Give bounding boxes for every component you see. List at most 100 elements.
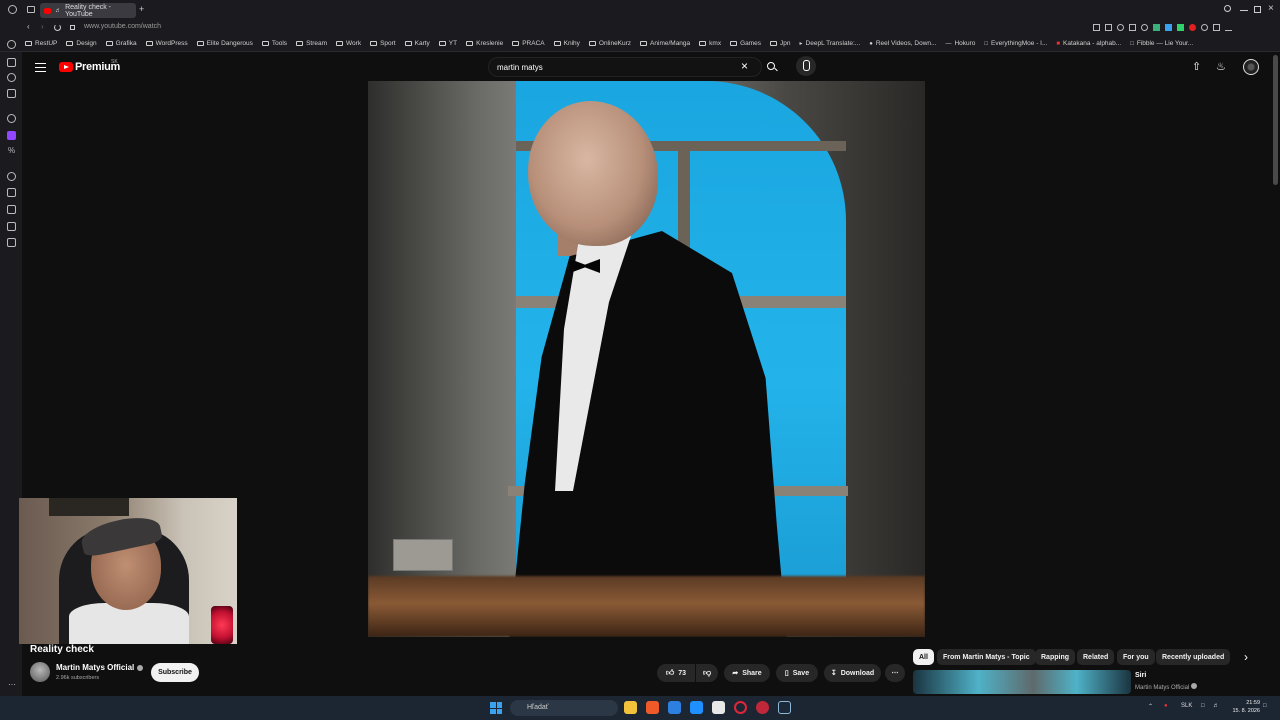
chip-recently-uploaded[interactable]: Recently uploaded (1156, 649, 1231, 665)
extension-icon[interactable] (1129, 24, 1136, 31)
tab-overview-icon[interactable] (27, 6, 35, 13)
minimize-icon[interactable] (1240, 10, 1248, 11)
sidebar-icon[interactable] (7, 89, 16, 98)
sidebar-icon[interactable] (7, 238, 16, 247)
bookmark-folder[interactable]: Kreslenie (466, 40, 503, 47)
back-icon[interactable]: ‹ (27, 22, 30, 31)
forward-icon[interactable]: › (41, 22, 44, 31)
sidebar-icon[interactable] (7, 58, 16, 67)
microphone-icon[interactable]: ● (1164, 703, 1168, 709)
bookmark-folder[interactable]: Jpn (770, 40, 791, 47)
browser-menu-icon[interactable] (8, 5, 17, 14)
bookmark-folder[interactable]: PRACA (512, 40, 545, 47)
bookmark-folder[interactable]: kmx (699, 40, 721, 47)
language-indicator[interactable]: SLK (1181, 703, 1192, 709)
bookmark-folder[interactable]: Karty (404, 40, 430, 47)
extension-icon[interactable] (1189, 24, 1196, 31)
sidebar-icon[interactable] (7, 40, 16, 49)
sidebar-icon[interactable] (7, 188, 16, 197)
sidebar-icon[interactable] (7, 172, 16, 181)
extension-icon[interactable] (1201, 24, 1208, 31)
opera-icon[interactable] (734, 701, 747, 714)
bookmark-folder[interactable]: OnlineKurz (588, 40, 631, 47)
network-icon[interactable]: □ (1201, 703, 1205, 709)
sidebar-icon[interactable] (7, 73, 16, 82)
extension-icon[interactable] (1213, 24, 1220, 31)
close-window-icon[interactable]: × (1268, 3, 1274, 14)
maximize-icon[interactable] (1254, 6, 1261, 13)
account-avatar[interactable] (1243, 59, 1259, 75)
related-video-title[interactable]: Siri (1135, 672, 1146, 679)
more-actions-button[interactable]: ⋯ (885, 664, 905, 682)
clear-search-icon[interactable]: × (741, 59, 748, 73)
chevron-right-icon[interactable]: › (1244, 650, 1248, 664)
bookmark-link[interactable]: ■ Katakana - alphab... (1056, 40, 1121, 47)
chip-for-you[interactable]: For you (1117, 649, 1155, 665)
bookmark-folder[interactable]: Knihy (553, 40, 580, 47)
chevron-up-icon[interactable]: ⌃ (1148, 703, 1153, 710)
channel-name[interactable]: Martin Matys Official (56, 663, 144, 672)
bookmark-link[interactable]: ▸ DeepL Translate:... (800, 40, 861, 47)
save-button[interactable]: ▯ Save (776, 664, 818, 682)
notification-icon[interactable]: □ (1263, 703, 1267, 709)
bookmark-link[interactable]: ● Reel Videos, Down... (869, 40, 936, 47)
bookmark-link[interactable]: — Hokuro (945, 40, 975, 47)
youtube-logo-icon[interactable] (59, 62, 73, 72)
bookmark-folder[interactable]: WordPress (145, 40, 188, 47)
related-video-thumbnail[interactable] (913, 670, 1131, 694)
reload-icon[interactable] (54, 24, 61, 31)
video-player[interactable] (368, 81, 925, 637)
browser-tab-active[interactable]: ♬ Reality check - YouTube (40, 3, 136, 18)
like-button[interactable]: 👍︎ 73 (657, 664, 695, 682)
steam-icon[interactable] (778, 701, 791, 714)
system-clock[interactable]: 21:59 15. 8. 2026 (1230, 699, 1260, 715)
bookmark-folder[interactable]: YT (438, 40, 457, 47)
extension-icon[interactable] (1165, 24, 1172, 31)
file-explorer-icon[interactable] (624, 701, 637, 714)
download-button[interactable]: ↧ Download (824, 664, 881, 682)
bookmark-link[interactable]: □ EverythingMoe - I... (984, 40, 1047, 47)
subscribe-button[interactable]: Subscribe (151, 663, 199, 682)
bookmark-folder[interactable]: Games (730, 40, 761, 47)
search-tabs-icon[interactable] (1224, 5, 1231, 12)
sidebar-icon[interactable] (7, 222, 16, 231)
bell-icon[interactable]: ♨ (1216, 61, 1226, 73)
chip-all[interactable]: All (913, 649, 934, 665)
extension-icon[interactable] (1117, 24, 1124, 31)
bookmark-folder[interactable]: Work (336, 40, 361, 47)
dislike-button[interactable]: 👎︎ (696, 664, 718, 682)
menu-icon[interactable] (35, 63, 46, 72)
share-button[interactable]: ➦ Share (724, 664, 770, 682)
upload-icon[interactable]: ⇧ (1192, 61, 1201, 73)
bookmark-folder[interactable]: RestUP (25, 40, 57, 47)
sidebar-icon[interactable] (7, 114, 16, 123)
channel-avatar[interactable] (30, 662, 50, 682)
download-icon[interactable] (1225, 24, 1232, 31)
bookmark-link[interactable]: □ Fibble — Lie Your... (1130, 40, 1193, 47)
chip-rapping[interactable]: Rapping (1035, 649, 1075, 665)
bookmark-folder[interactable]: Design (66, 40, 97, 47)
bookmark-folder[interactable]: Sport (370, 40, 396, 47)
url-field[interactable]: www.youtube.com/watch (84, 23, 161, 30)
brave-icon[interactable] (646, 701, 659, 714)
extension-icon[interactable] (1093, 24, 1100, 31)
voice-search-icon[interactable] (796, 56, 816, 76)
heart-icon[interactable] (1141, 24, 1148, 31)
scrollbar-thumb[interactable] (1273, 55, 1278, 185)
new-tab-icon[interactable]: + (139, 4, 144, 14)
taskbar-search-input[interactable]: Hľadať (510, 700, 618, 716)
extension-icon[interactable] (1105, 24, 1112, 31)
search-icon[interactable] (767, 62, 775, 70)
bookmark-folder[interactable]: Tools (261, 40, 287, 47)
app-icon[interactable] (690, 701, 703, 714)
bookmark-folder[interactable]: Anime/Manga (640, 40, 690, 47)
bookmark-folder[interactable]: Elite Dangerous (196, 40, 253, 47)
windows-start-icon[interactable] (490, 702, 502, 714)
app-icon[interactable] (668, 701, 681, 714)
search-input[interactable]: martin matys (488, 57, 762, 77)
more-icon[interactable]: ⋯ (8, 680, 16, 689)
app-icon[interactable] (756, 701, 769, 714)
bookmark-folder[interactable]: Stream (296, 40, 327, 47)
chip-related[interactable]: Related (1077, 649, 1115, 665)
chip-from-topic[interactable]: From Martin Matys - Topic (937, 649, 1036, 665)
